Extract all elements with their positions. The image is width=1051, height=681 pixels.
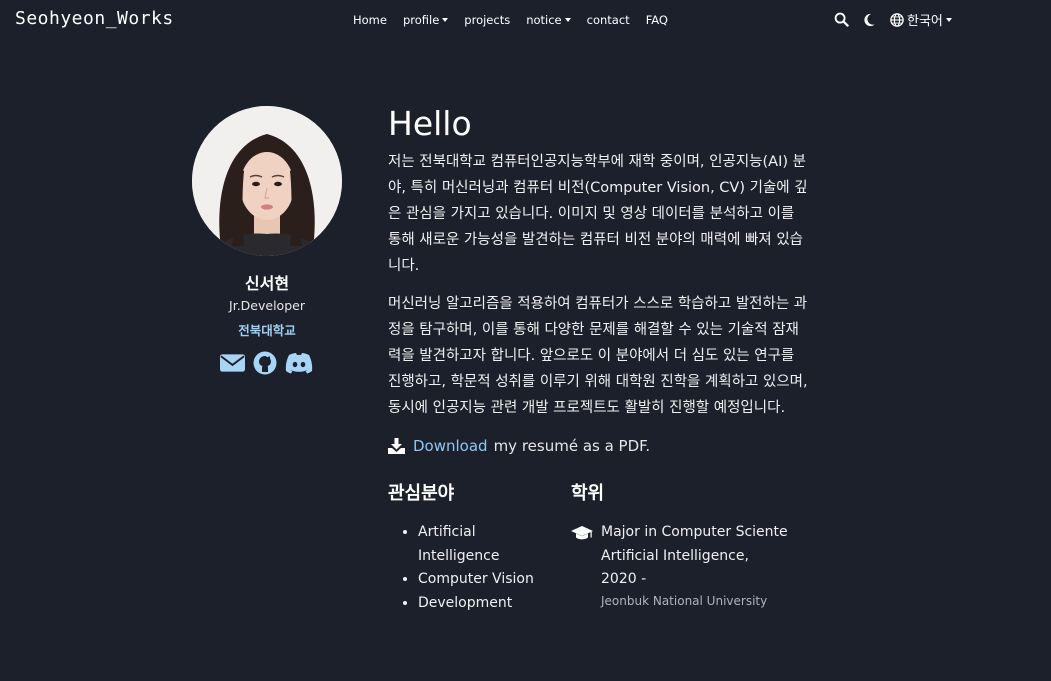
about-section: Hello 저는 전북대학교 컴퓨터인공지능학부에 재학 중이며, 인공지능(A… <box>388 100 808 619</box>
list-item: Artificial Intelligence <box>418 521 558 568</box>
nav-home-label: Home <box>353 13 387 27</box>
intro-paragraph-2: 머신러닝 알고리즘을 적용하여 컴퓨터가 스스로 학습하고 발전하는 과정을 탐… <box>388 296 808 416</box>
intro-paragraph-1: 저는 전북대학교 컴퓨터인공지능학부에 재학 중이며, 인공지능(AI) 분야,… <box>388 154 808 274</box>
nav-profile-dropdown[interactable]: profile <box>402 13 449 27</box>
caret-down-icon <box>442 18 449 22</box>
interests-column: 관심분야 Artificial Intelligence Computer Vi… <box>388 479 558 615</box>
search-icon[interactable] <box>834 12 849 27</box>
envelope-icon[interactable] <box>220 353 245 377</box>
nav-contact[interactable]: contact <box>587 13 630 27</box>
social-links <box>220 351 313 379</box>
navbar: Seohyeon_Works Home profile projects not… <box>0 0 1051 38</box>
profile-school: 전북대학교 <box>238 323 296 338</box>
language-label: 한국어 <box>907 14 943 29</box>
interests-list: Artificial Intelligence Computer Vision … <box>388 521 558 615</box>
download-description: my resumé as a PDF. <box>493 437 651 455</box>
nav-home[interactable]: Home <box>353 13 387 27</box>
degree-university: Jeonbuk National University <box>601 593 768 608</box>
info-columns: 관심분야 Artificial Intelligence Computer Vi… <box>388 479 808 619</box>
download-icon <box>388 438 405 454</box>
list-item: Development <box>418 592 558 616</box>
list-item: Computer Vision <box>418 568 558 592</box>
nav-faq[interactable]: FAQ <box>646 13 668 27</box>
nav-notice-label: notice <box>526 13 562 27</box>
avatar <box>192 106 342 256</box>
degree-year: 2020 - <box>601 571 647 587</box>
resume-download: Download my resumé as a PDF. <box>388 437 808 455</box>
nav-menu: Home profile projects notice contact FAQ <box>353 13 684 27</box>
degree-entry: Major in Computer Sciente Artificial Int… <box>571 521 801 610</box>
education-column: 학위 Major in Computer Sciente Artificial … <box>571 479 801 610</box>
language-dropdown[interactable]: 한국어 <box>890 10 952 29</box>
graduation-cap-icon <box>571 526 593 540</box>
nav-contact-label: contact <box>586 13 630 27</box>
github-icon[interactable] <box>253 351 277 379</box>
download-resume-link[interactable]: Download <box>413 437 488 455</box>
profile-name: 신서현 <box>244 274 290 293</box>
nav-profile-label: profile <box>402 13 440 27</box>
degree-field: Artificial Intelligence, <box>601 547 749 564</box>
degree-major: Major in Computer Sciente <box>601 524 788 540</box>
brand-logo[interactable]: Seohyeon_Works <box>15 8 174 29</box>
profile-role: Jr.Developer <box>229 298 305 313</box>
interests-heading: 관심분야 <box>388 483 455 504</box>
education-heading: 학위 <box>571 483 605 504</box>
nav-notice-dropdown[interactable]: notice <box>526 13 571 27</box>
globe-icon <box>890 12 904 27</box>
nav-right-tools: 한국어 <box>834 10 952 29</box>
moon-icon[interactable] <box>863 13 876 27</box>
page-title: Hello <box>388 104 472 143</box>
nav-projects-label: projects <box>464 13 511 27</box>
discord-icon[interactable] <box>285 352 313 378</box>
nav-faq-label: FAQ <box>645 13 668 27</box>
nav-projects[interactable]: projects <box>464 13 510 27</box>
caret-down-icon <box>945 17 952 22</box>
caret-down-icon <box>564 18 571 22</box>
